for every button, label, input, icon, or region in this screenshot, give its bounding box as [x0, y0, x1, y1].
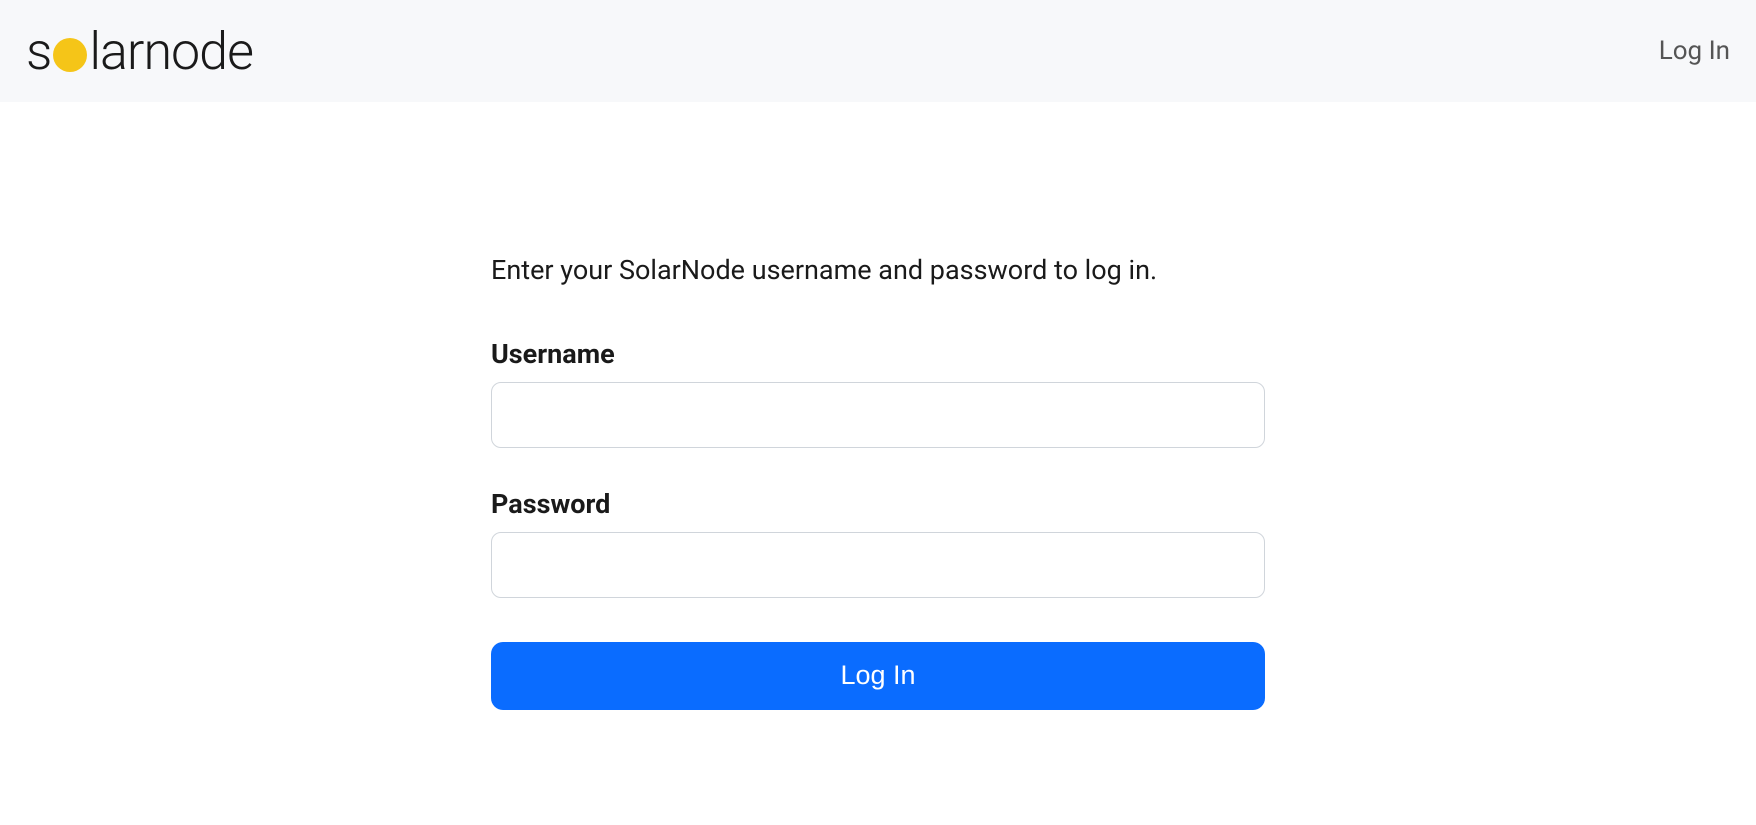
logo-text-prefix: s	[26, 21, 51, 82]
sun-icon	[53, 38, 87, 72]
username-input[interactable]	[491, 382, 1265, 448]
login-button[interactable]: Log In	[491, 642, 1265, 710]
brand-logo: s larnode	[26, 21, 253, 82]
password-label: Password	[491, 488, 1265, 520]
page-header: s larnode Log In	[0, 0, 1756, 102]
username-group: Username	[491, 338, 1265, 448]
logo-text-suffix: larnode	[89, 21, 253, 82]
login-form-container: Enter your SolarNode username and passwo…	[471, 102, 1285, 710]
username-label: Username	[491, 338, 1265, 370]
password-input[interactable]	[491, 532, 1265, 598]
password-group: Password	[491, 488, 1265, 598]
nav-login-link[interactable]: Log In	[1659, 36, 1730, 66]
login-instruction: Enter your SolarNode username and passwo…	[491, 252, 1265, 290]
